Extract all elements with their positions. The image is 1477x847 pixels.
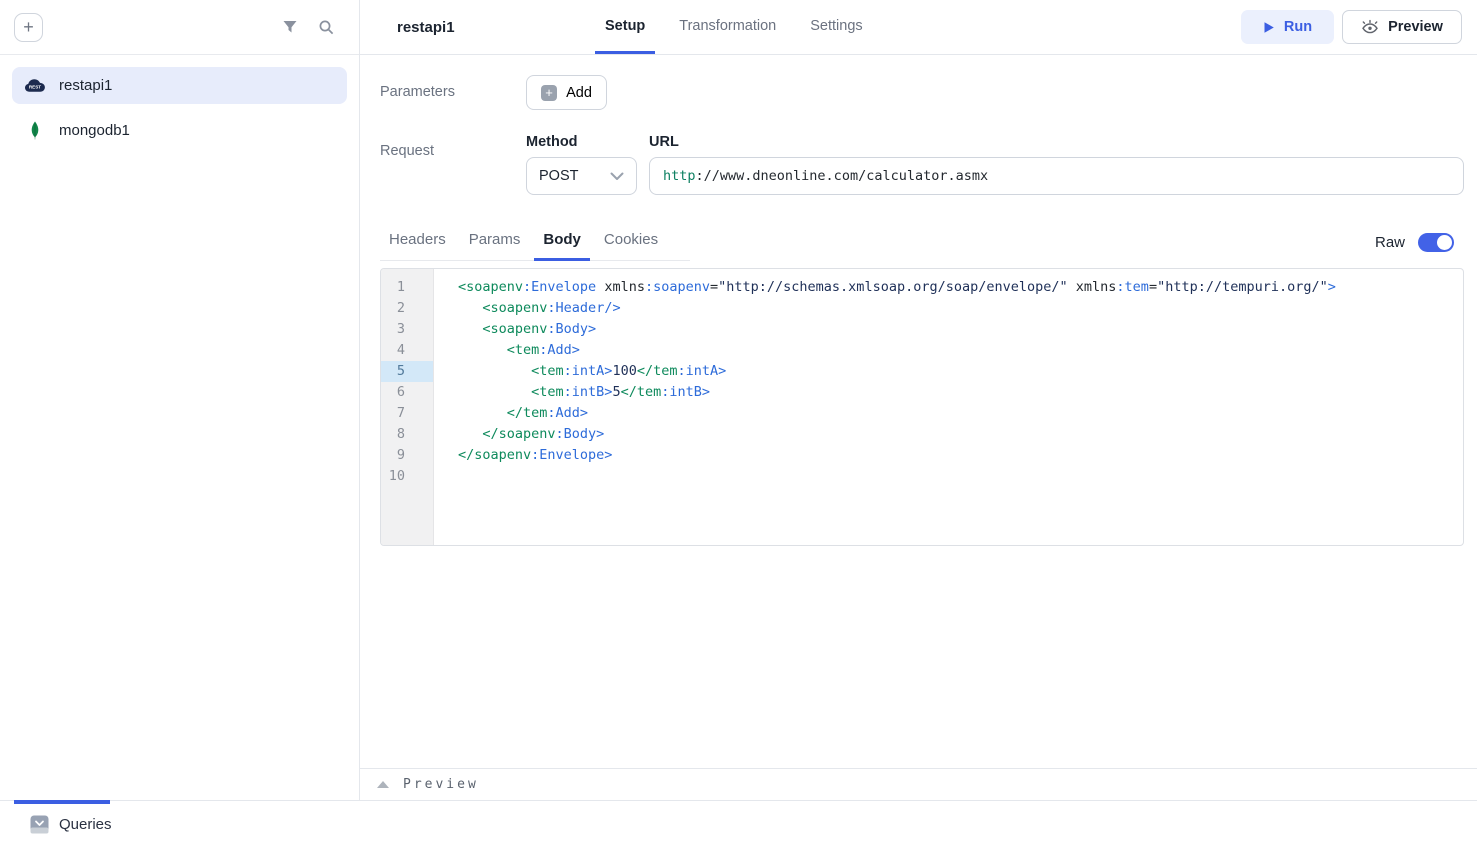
play-icon (1263, 21, 1275, 34)
url-rest-text: ://www.dneonline.com/calculator.asmx (696, 168, 989, 184)
setup-content: Parameters + Add Request Method POST (360, 55, 1477, 768)
line-number: 4 (381, 340, 433, 361)
method-value: POST (539, 168, 610, 184)
eye-icon (1361, 19, 1379, 35)
request-row: Request Method POST URL (380, 134, 1464, 195)
main-header: restapi1 Setup Transformation Settings R… (360, 0, 1477, 55)
tab-params[interactable]: Params (460, 223, 530, 261)
header-actions: Run Preview (1241, 0, 1477, 54)
queries-tab-label: Queries (59, 816, 112, 833)
method-label: Method (526, 134, 637, 150)
sidebar-item-mongodb1[interactable]: mongodb1 (12, 112, 347, 149)
parameters-row: Parameters + Add (380, 75, 1464, 110)
collapse-up-icon (377, 781, 389, 788)
raw-toggle[interactable] (1418, 233, 1454, 252)
editor-line: </soapenv:Envelope> (458, 445, 1463, 466)
line-number: 1 (381, 277, 433, 298)
editor-line: <soapenv:Header/> (458, 298, 1463, 319)
tab-cookies[interactable]: Cookies (595, 223, 667, 261)
editor-line: <soapenv:Body> (458, 319, 1463, 340)
app-window: + REST res (0, 0, 1477, 847)
editor-line: <tem:intA>100</tem:intA> (458, 361, 1463, 382)
entity-list: REST restapi1 mongodb1 (0, 55, 359, 169)
editor-line: </soapenv:Body> (458, 424, 1463, 445)
sidebar-item-restapi1[interactable]: REST restapi1 (12, 67, 347, 104)
add-entity-button[interactable]: + (14, 13, 43, 42)
editor-gutter: 12345678910 (381, 269, 434, 545)
url-label: URL (649, 134, 1464, 150)
editor-line: <soapenv:Envelope xmlns:soapenv="http://… (458, 277, 1463, 298)
url-input[interactable]: http://www.dneonline.com/calculator.asmx (649, 157, 1464, 195)
editor-line: <tem:Add> (458, 340, 1463, 361)
main-panel: restapi1 Setup Transformation Settings R… (360, 0, 1477, 800)
response-preview-toggle[interactable]: Preview (360, 768, 1477, 800)
tab-headers[interactable]: Headers (380, 223, 455, 261)
line-number: 9 (381, 445, 433, 466)
header-tabs: Setup Transformation Settings (588, 0, 880, 54)
line-number: 7 (381, 403, 433, 424)
tab-transformation[interactable]: Transformation (669, 0, 786, 54)
run-button-label: Run (1284, 19, 1312, 35)
line-number: 2 (381, 298, 433, 319)
method-select[interactable]: POST (526, 157, 637, 195)
url-field: URL http://www.dneonline.com/calculator.… (649, 134, 1464, 195)
add-button-label: Add (566, 85, 592, 101)
parameters-label: Parameters (380, 75, 526, 110)
filter-icon[interactable] (282, 19, 298, 35)
sidebar-item-label: restapi1 (59, 77, 112, 94)
line-number: 10 (381, 466, 433, 487)
editor-line: <tem:intB>5</tem:intB> (458, 382, 1463, 403)
method-field: Method POST (526, 134, 637, 195)
run-button[interactable]: Run (1241, 10, 1334, 44)
active-tab-indicator (14, 800, 110, 804)
editor-code[interactable]: <soapenv:Envelope xmlns:soapenv="http://… (434, 269, 1463, 545)
request-fields: Method POST URL http://www.dne (526, 134, 1464, 195)
preview-button[interactable]: Preview (1342, 10, 1462, 44)
entity-sidebar: + REST res (0, 0, 360, 800)
url-scheme-text: http (663, 168, 696, 184)
editor-line: </tem:Add> (458, 403, 1463, 424)
mongodb-leaf-icon (24, 121, 46, 140)
add-parameter-button[interactable]: + Add (526, 75, 607, 110)
raw-toggle-group: Raw (1375, 233, 1464, 252)
preview-toggle-label: Preview (403, 777, 479, 792)
sidebar-header: + (0, 0, 359, 55)
queries-tab[interactable]: Queries (30, 815, 112, 834)
tab-body[interactable]: Body (534, 223, 590, 261)
body-tabs-row: Headers Params Body Cookies Raw (380, 223, 1464, 261)
body-editor[interactable]: 12345678910 <soapenv:Envelope xmlns:soap… (380, 268, 1464, 546)
line-number: 5 (381, 361, 433, 382)
preview-button-label: Preview (1388, 19, 1443, 35)
request-label: Request (380, 134, 526, 195)
plus-icon: + (541, 85, 557, 101)
body-tabs: Headers Params Body Cookies (380, 223, 690, 261)
rest-api-cloud-icon: REST (24, 78, 46, 93)
editor-line (458, 466, 1463, 487)
bottom-bar: Queries (0, 800, 1477, 847)
search-icon[interactable] (318, 19, 335, 36)
line-number: 8 (381, 424, 433, 445)
toggle-knob (1437, 235, 1452, 250)
line-number: 3 (381, 319, 433, 340)
tab-settings[interactable]: Settings (800, 0, 872, 54)
page-title: restapi1 (360, 19, 455, 36)
sidebar-item-label: mongodb1 (59, 122, 130, 139)
queries-icon (30, 815, 49, 834)
svg-text:REST: REST (29, 84, 41, 89)
tab-setup[interactable]: Setup (595, 0, 655, 54)
main-row: + REST res (0, 0, 1477, 800)
line-number: 6 (381, 382, 433, 403)
raw-label: Raw (1375, 234, 1405, 251)
chevron-down-icon (610, 172, 624, 181)
